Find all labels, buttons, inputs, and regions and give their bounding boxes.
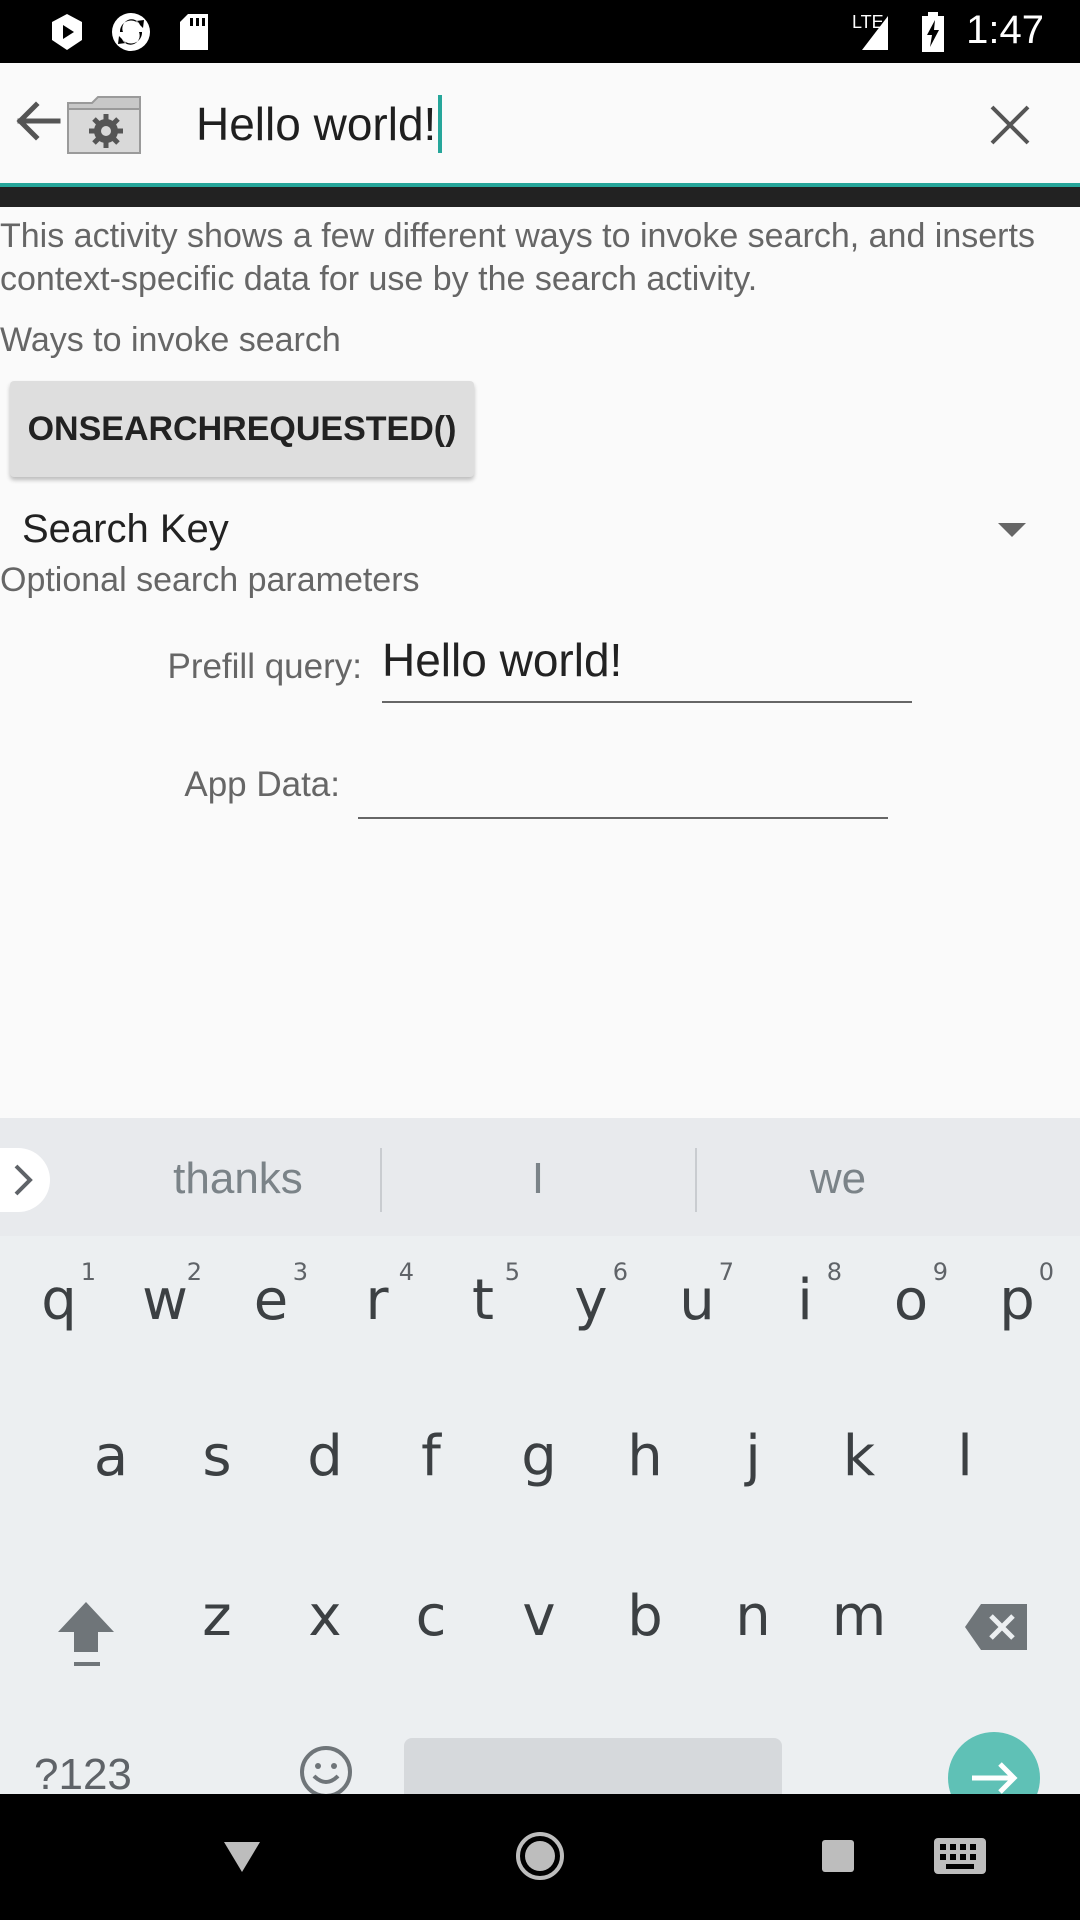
action-bar-shadow [0,187,1080,207]
key-z[interactable]: z [174,1584,260,1649]
text-cursor [438,94,443,153]
suggestion-divider [380,1148,382,1212]
key-p[interactable]: p0 [974,1258,1060,1333]
search-query-text: Hello world! [196,98,437,150]
recents-square-icon[interactable] [820,1838,856,1874]
soft-keyboard: thanks I we q1 w2 e3 r4 t5 y6 u7 i8 o9 p… [0,1118,1080,1794]
suggestion-3[interactable]: we [700,1154,976,1204]
arrow-forward-icon [972,1762,1018,1794]
key-k[interactable]: k [816,1424,902,1489]
spacebar[interactable] [404,1738,782,1794]
key-s[interactable]: s [174,1424,260,1489]
search-query-input[interactable]: Hello world! [196,94,443,157]
sd-card-icon [180,14,208,50]
key-h[interactable]: h [602,1424,688,1489]
app-data-field[interactable] [358,747,888,819]
prefill-query-field[interactable]: Hello world! [382,633,912,703]
search-bar: Hello world! [0,63,1080,185]
suggestion-divider [695,1148,697,1212]
shift-key[interactable] [48,1598,124,1674]
settings-folder-icon [67,96,141,154]
key-x[interactable]: x [282,1584,368,1649]
key-u[interactable]: u7 [654,1258,740,1333]
key-c[interactable]: c [388,1584,474,1649]
ways-label: Ways to invoke search [0,321,341,359]
key-i[interactable]: i8 [762,1258,848,1333]
close-icon[interactable] [984,99,1036,151]
intro-text: This activity shows a few different ways… [0,217,1035,298]
suggestion-2[interactable]: I [400,1154,676,1204]
key-b[interactable]: b [602,1584,688,1649]
appdata-label: App Data: [184,765,340,804]
suggestion-1[interactable]: thanks [100,1154,376,1204]
arrow-back-icon[interactable] [8,91,68,151]
back-triangle-icon[interactable] [220,1836,264,1876]
backspace-icon [965,1604,1027,1650]
enter-key[interactable] [948,1732,1040,1794]
spinner-value: Search Key [22,507,229,551]
key-o[interactable]: o9 [868,1258,954,1333]
dropdown-arrow-icon [998,523,1026,537]
key-n[interactable]: n [710,1584,796,1649]
backspace-key[interactable] [960,1602,1032,1656]
signal-icon [862,16,888,50]
key-q[interactable]: q1 [16,1258,102,1333]
clock: 1:47 [966,8,1044,52]
key-j[interactable]: j [710,1424,796,1489]
key-m[interactable]: m [816,1584,902,1649]
optional-params-label: Optional search parameters [0,561,420,599]
play-store-icon [52,14,82,50]
sync-icon [112,13,150,51]
onsearchrequested-button[interactable]: ONSEARCHREQUESTED() [10,381,474,477]
symbols-key[interactable]: ?123 [34,1750,132,1794]
emoji-icon [300,1746,352,1794]
key-f[interactable]: f [388,1424,474,1489]
prefill-label: Prefill query: [167,647,362,686]
status-bar: LTE 1:47 [0,0,1080,63]
battery-charging-icon [922,12,944,52]
key-a[interactable]: a [68,1424,154,1489]
key-l[interactable]: l [922,1424,1008,1489]
emoji-key[interactable] [296,1744,356,1794]
key-w[interactable]: w2 [122,1258,208,1333]
keyboard-icon[interactable] [932,1836,988,1876]
key-e[interactable]: e3 [228,1258,314,1333]
chevron-right-icon [14,1164,33,1196]
key-y[interactable]: y6 [548,1258,634,1333]
suggestion-strip: thanks I we [0,1118,1080,1236]
home-circle-icon[interactable] [514,1830,566,1882]
key-g[interactable]: g [496,1424,582,1489]
navigation-bar [0,1794,1080,1920]
key-d[interactable]: d [282,1424,368,1489]
key-t[interactable]: t5 [440,1258,526,1333]
key-v[interactable]: v [496,1584,582,1649]
shift-arrow-icon [58,1602,114,1666]
expand-suggestions-button[interactable] [0,1148,50,1212]
prefill-query-value: Hello world! [382,634,623,686]
key-r[interactable]: r4 [334,1258,420,1333]
